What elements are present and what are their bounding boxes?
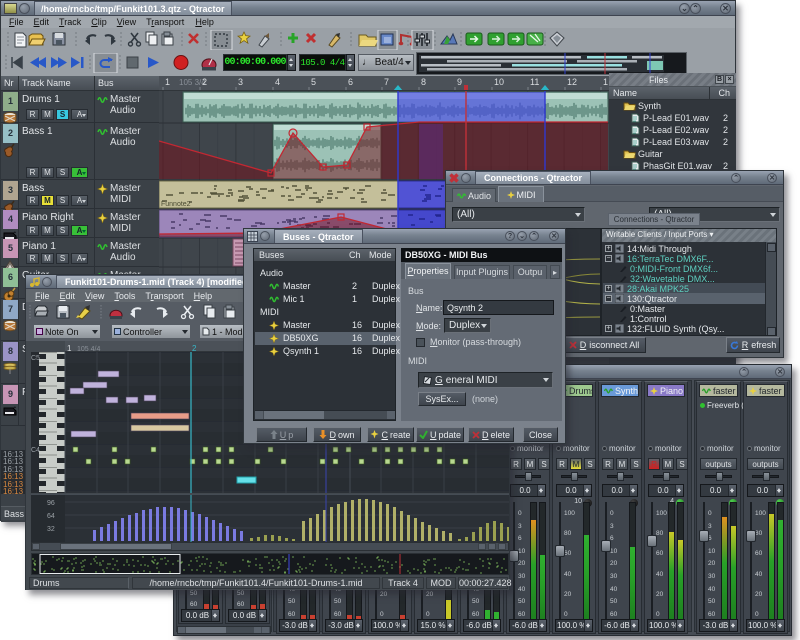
svg-text:C5: C5 bbox=[31, 355, 40, 362]
svg-text:1: 1 bbox=[165, 77, 170, 87]
svg-text:7: 7 bbox=[384, 77, 389, 87]
svg-text:3: 3 bbox=[238, 77, 243, 87]
svg-text:C4: C4 bbox=[31, 447, 40, 454]
svg-text:Funnote2: Funnote2 bbox=[161, 201, 191, 208]
svg-text:96: 96 bbox=[47, 500, 55, 507]
svg-text:5: 5 bbox=[311, 77, 316, 87]
svg-text:2: 2 bbox=[202, 77, 207, 87]
svg-text:9: 9 bbox=[457, 77, 462, 87]
svg-text:11: 11 bbox=[530, 77, 539, 87]
svg-text:6: 6 bbox=[348, 77, 353, 87]
svg-text:32: 32 bbox=[47, 526, 55, 533]
svg-text:4: 4 bbox=[275, 77, 280, 87]
svg-text:1: 1 bbox=[603, 77, 608, 87]
svg-text:12: 12 bbox=[567, 77, 577, 87]
svg-text:10: 10 bbox=[494, 77, 504, 87]
svg-text:64: 64 bbox=[47, 513, 55, 520]
svg-text:8: 8 bbox=[421, 77, 426, 87]
